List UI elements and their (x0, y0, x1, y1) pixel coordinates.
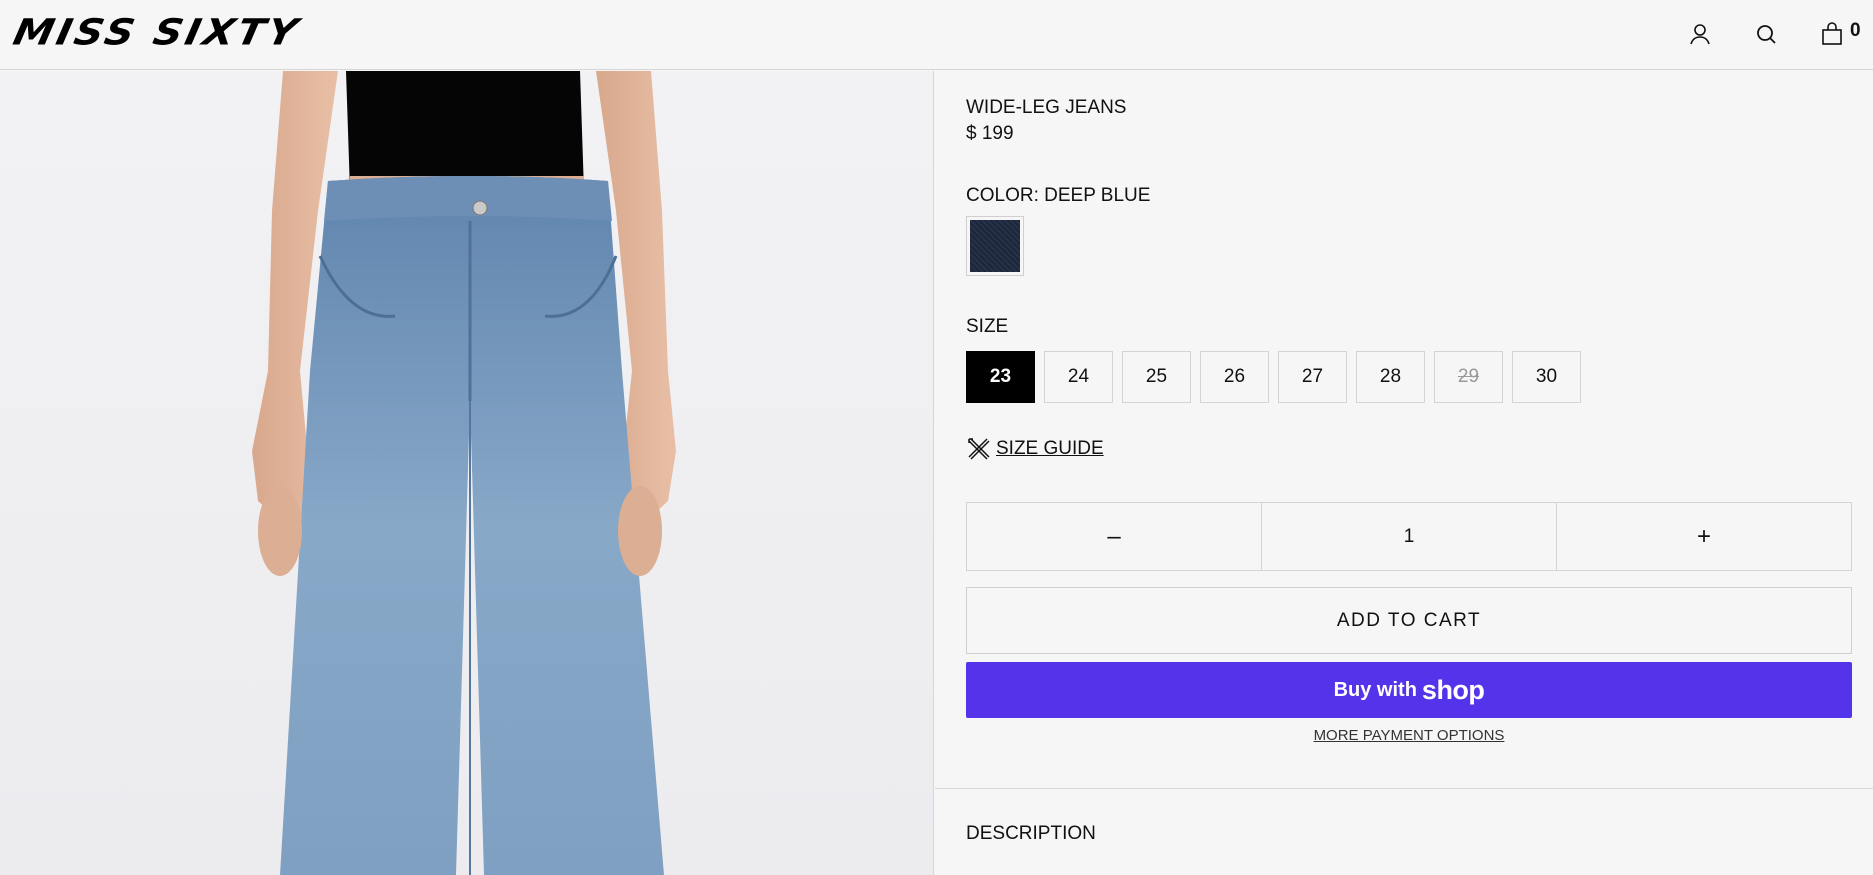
quantity-value[interactable]: 1 (1261, 503, 1556, 570)
brand-logo[interactable]: MISS SIXTY (10, 12, 304, 53)
size-guide-label: SIZE GUIDE (996, 438, 1104, 459)
shop-logo: shop (1421, 674, 1485, 705)
size-option-29[interactable]: 29 (1434, 351, 1503, 403)
size-option-27[interactable]: 27 (1278, 351, 1347, 403)
quantity-decrease-button[interactable]: – (967, 503, 1261, 570)
color-label: COLOR: DEEP BLUE (966, 185, 1151, 206)
size-option-30[interactable]: 30 (1512, 351, 1581, 403)
quantity-increase-button[interactable]: + (1556, 503, 1851, 570)
product-image[interactable] (0, 71, 934, 875)
bag-icon[interactable] (1818, 20, 1846, 48)
size-option-28[interactable]: 28 (1356, 351, 1425, 403)
section-divider (935, 788, 1873, 789)
cart-count-badge[interactable]: 0 (1850, 20, 1861, 42)
product-title: WIDE-LEG JEANS (966, 97, 1127, 118)
product-price: $ 199 (966, 123, 1014, 144)
color-swatch-deep-blue[interactable] (966, 216, 1024, 276)
quantity-stepper: – 1 + (966, 502, 1852, 571)
buy-with-shop-button[interactable]: Buy with shop (966, 662, 1852, 718)
more-payment-options-link[interactable]: MORE PAYMENT OPTIONS (966, 727, 1852, 744)
size-option-23[interactable]: 23 (966, 351, 1035, 403)
size-option-24[interactable]: 24 (1044, 351, 1113, 403)
size-label: SIZE (966, 316, 1009, 337)
product-photo-jeans (252, 71, 676, 875)
ruler-pencil-icon (968, 438, 990, 460)
size-selector: 23 24 25 26 27 28 29 30 (966, 351, 1581, 403)
swatch-fabric (970, 220, 1020, 272)
user-icon[interactable] (1686, 20, 1714, 48)
description-accordion[interactable]: DESCRIPTION (966, 823, 1096, 845)
size-option-26[interactable]: 26 (1200, 351, 1269, 403)
search-icon[interactable] (1752, 20, 1780, 48)
size-option-25[interactable]: 25 (1122, 351, 1191, 403)
size-guide-link[interactable]: SIZE GUIDE (966, 436, 1104, 462)
buy-with-label: Buy with (1333, 678, 1417, 701)
site-header: MISS SIXTY 0 (0, 0, 1873, 70)
add-to-cart-button[interactable]: ADD TO CART (966, 587, 1852, 654)
